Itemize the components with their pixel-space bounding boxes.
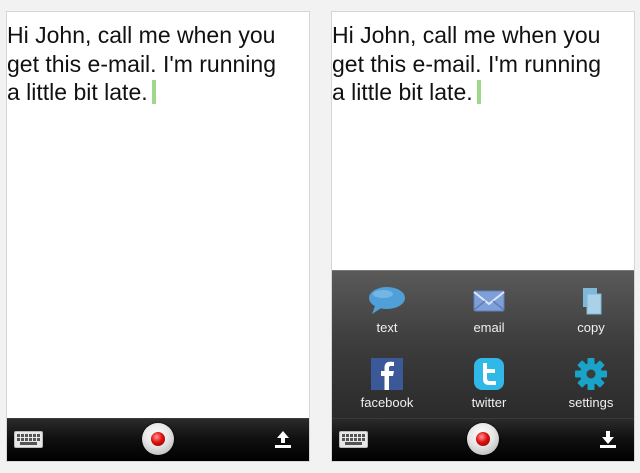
- upload-icon: [275, 431, 291, 448]
- share-button[interactable]: [273, 429, 293, 449]
- dictation-text-area[interactable]: Hi John, call me when you get this e-mai…: [7, 21, 303, 107]
- text-line: get this e-mail. I'm running: [7, 50, 277, 77]
- record-icon: [151, 432, 165, 446]
- share-text-label: text: [376, 320, 398, 335]
- text-line: get this e-mail. I'm running: [332, 50, 602, 77]
- share-twitter-button[interactable]: twitter: [439, 357, 539, 421]
- facebook-icon: [371, 358, 403, 390]
- bottom-toolbar: [7, 418, 309, 461]
- share-facebook-button[interactable]: facebook: [337, 357, 437, 421]
- keyboard-icon: [14, 431, 43, 448]
- close-share-button[interactable]: [598, 429, 618, 449]
- text-line: a little bit late.: [7, 78, 303, 107]
- share-copy-button[interactable]: copy: [541, 286, 634, 350]
- bottom-toolbar: [332, 418, 634, 461]
- dictation-screen-right: Hi John, call me when you get this e-mai…: [331, 11, 635, 462]
- copy-icon: [583, 288, 602, 315]
- twitter-icon: [474, 358, 504, 390]
- share-copy-label: copy: [577, 320, 605, 335]
- gear-icon: [575, 358, 607, 390]
- share-settings-label: settings: [568, 395, 614, 410]
- keyboard-button[interactable]: [14, 431, 43, 448]
- keyboard-icon: [339, 431, 368, 448]
- text-line-content: a little bit late.: [7, 79, 148, 105]
- record-icon: [476, 432, 490, 446]
- speech-bubble-icon: [369, 287, 405, 314]
- text-line-content: a little bit late.: [332, 79, 473, 105]
- share-email-label: email: [473, 320, 505, 335]
- share-email-button[interactable]: email: [439, 286, 539, 350]
- dictation-text-area[interactable]: Hi John, call me when you get this e-mai…: [332, 21, 628, 107]
- text-cursor: [151, 80, 156, 104]
- text-cursor: [476, 80, 481, 104]
- keyboard-button[interactable]: [339, 431, 368, 448]
- share-panel: text email copy facebook twitter setting…: [332, 270, 634, 420]
- text-line: Hi John, call me when you: [332, 22, 601, 48]
- envelope-icon: [473, 290, 505, 312]
- share-settings-button[interactable]: settings: [541, 357, 634, 421]
- text-line: a little bit late.: [332, 78, 628, 107]
- text-line: Hi John, call me when you: [7, 22, 276, 48]
- dictation-screen-left: Hi John, call me when you get this e-mai…: [6, 11, 310, 462]
- record-button[interactable]: [142, 423, 174, 455]
- share-twitter-label: twitter: [471, 395, 507, 410]
- download-icon: [600, 431, 616, 448]
- share-facebook-label: facebook: [360, 395, 414, 410]
- share-text-button[interactable]: text: [337, 286, 437, 350]
- record-button[interactable]: [467, 423, 499, 455]
